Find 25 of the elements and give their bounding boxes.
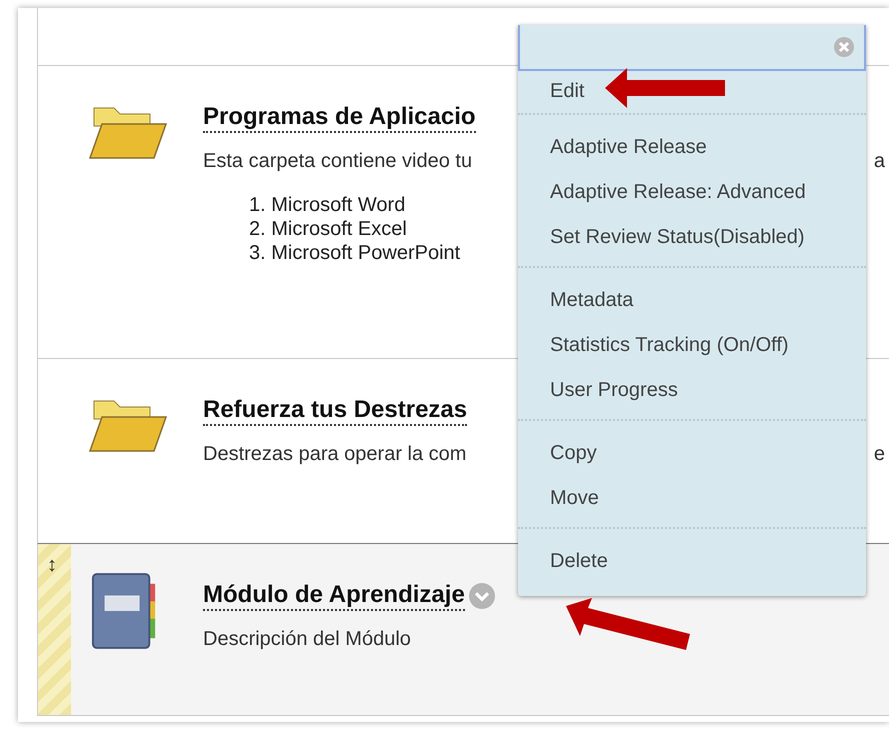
menu-item[interactable]: Set Review Status(Disabled) bbox=[518, 215, 866, 260]
menu-item[interactable]: User Progress bbox=[518, 368, 866, 413]
item-title-link[interactable]: Refuerza tus Destrezas bbox=[203, 396, 468, 426]
list-item: 2. Microsoft Excel bbox=[249, 217, 407, 241]
item-title-link[interactable]: Programas de Aplicacio bbox=[203, 103, 476, 133]
menu-item[interactable]: Adaptive Release bbox=[518, 125, 866, 170]
drag-handle[interactable]: ↕ bbox=[38, 544, 71, 715]
item-description: Descripción del Módulo bbox=[203, 628, 411, 651]
menu-item[interactable]: Statistics Tracking (On/Off) bbox=[518, 323, 866, 368]
menu-item[interactable]: Move bbox=[518, 476, 866, 521]
menu-item[interactable]: Metadata bbox=[518, 278, 866, 323]
move-icon[interactable]: ↕ bbox=[47, 554, 57, 577]
menu-item[interactable]: Copy bbox=[518, 431, 866, 476]
menu-item[interactable]: Edit bbox=[518, 75, 866, 107]
item-description: Destrezas para operar la com bbox=[203, 443, 466, 466]
item-description: e bbox=[874, 443, 885, 466]
menu-item[interactable]: Adaptive Release: Advanced bbox=[518, 170, 866, 215]
item-description: Esta carpeta contiene video tu bbox=[203, 150, 472, 173]
close-icon[interactable] bbox=[834, 37, 854, 57]
list-item: 1. Microsoft Word bbox=[249, 193, 406, 217]
chevron-down-icon[interactable] bbox=[468, 583, 495, 609]
item-description: a bbox=[874, 150, 885, 173]
list-item: 3. Microsoft PowerPoint bbox=[249, 241, 460, 265]
item-title-link[interactable]: Módulo de Aprendizaje bbox=[203, 581, 465, 611]
menu-item[interactable]: Delete bbox=[518, 539, 866, 584]
